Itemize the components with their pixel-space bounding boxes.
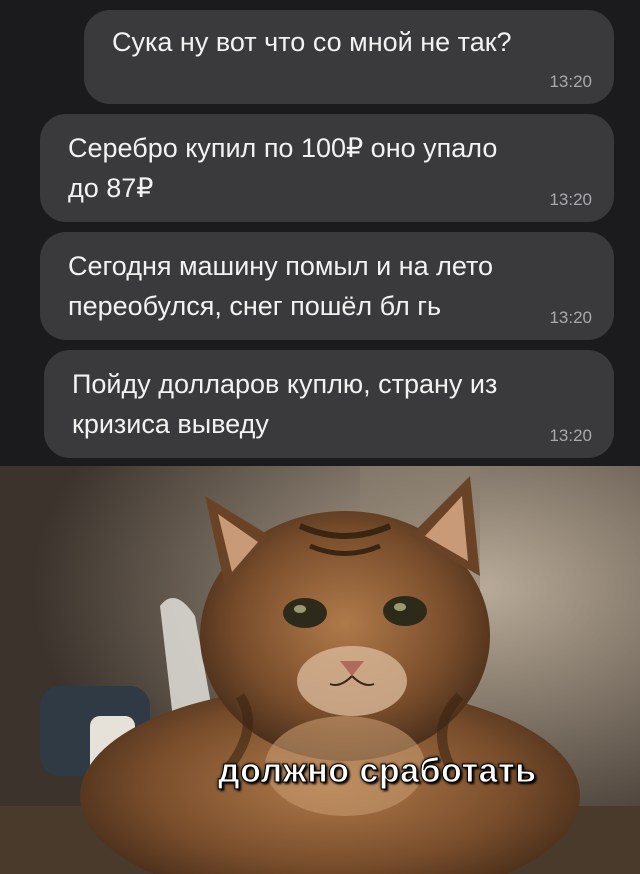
cat-illustration (0, 466, 640, 874)
message-bubble[interactable]: Сегодня машину помыл и на лето переобулс… (40, 232, 614, 340)
message-time: 13:20 (549, 426, 592, 445)
message-text: Серебро купил по 100₽ оно упало до 87₽ (68, 133, 498, 203)
message-bubble[interactable]: Сука ну вот что со мной не так? 13:20 (84, 10, 614, 104)
message-bubble[interactable]: Серебро купил по 100₽ оно упало до 87₽ 1… (40, 114, 614, 222)
message-time: 13:20 (549, 72, 592, 91)
message-text: Сука ну вот что со мной не так? (112, 27, 512, 57)
message-bubble[interactable]: Пойду долларов куплю, страну из кризиса … (44, 350, 614, 458)
message-time: 13:20 (549, 308, 592, 327)
meme-caption: должно сработать (218, 752, 537, 791)
message-time: 13:20 (549, 190, 592, 209)
cat-photo (0, 466, 640, 874)
chat-screenshot: Сука ну вот что со мной не так? 13:20 Се… (0, 0, 640, 466)
message-text: Пойду долларов куплю, страну из кризиса … (72, 369, 498, 439)
message-text: Сегодня машину помыл и на лето переобулс… (68, 251, 494, 321)
